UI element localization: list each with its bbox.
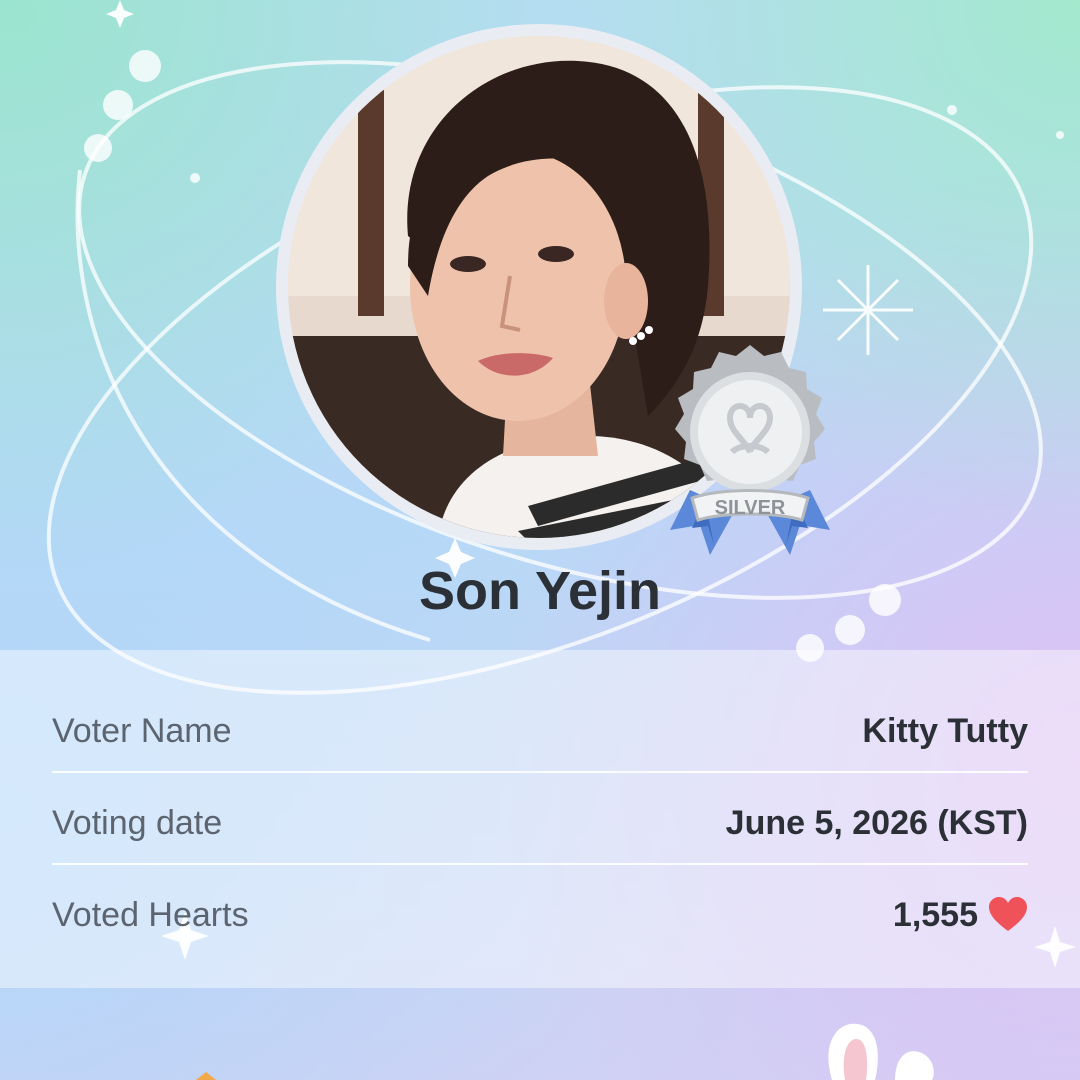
detail-row-voted-hearts: Voted Hearts 1,555	[52, 869, 1028, 961]
detail-label: Voter Name	[52, 711, 232, 750]
divider	[52, 863, 1028, 865]
idol-name: Son Yejin	[418, 561, 662, 621]
detail-row-voting-date: Voting date June 5, 2026 (KST)	[52, 777, 1028, 869]
badge-label: SILVER	[715, 497, 786, 519]
detail-value: June 5, 2026 (KST)	[725, 803, 1028, 842]
divider	[52, 771, 1028, 773]
heart-icon	[989, 897, 1027, 931]
hearts-count: 1,555	[892, 895, 978, 934]
silver-medal-icon: SILVER	[670, 345, 830, 555]
detail-value-hearts: 1,555	[893, 896, 1028, 935]
vote-details-panel: Voter Name Kitty Tutty Voting date June …	[0, 650, 1080, 988]
detail-label: Voted Hearts	[52, 895, 249, 934]
bunny-ears-icon	[828, 1023, 934, 1080]
moon-icon	[836, 84, 905, 180]
detail-label: Voting date	[52, 803, 223, 842]
detail-row-voter-name: Voter Name Kitty Tutty	[52, 685, 1028, 777]
detail-value: Kitty Tutty	[862, 711, 1028, 750]
